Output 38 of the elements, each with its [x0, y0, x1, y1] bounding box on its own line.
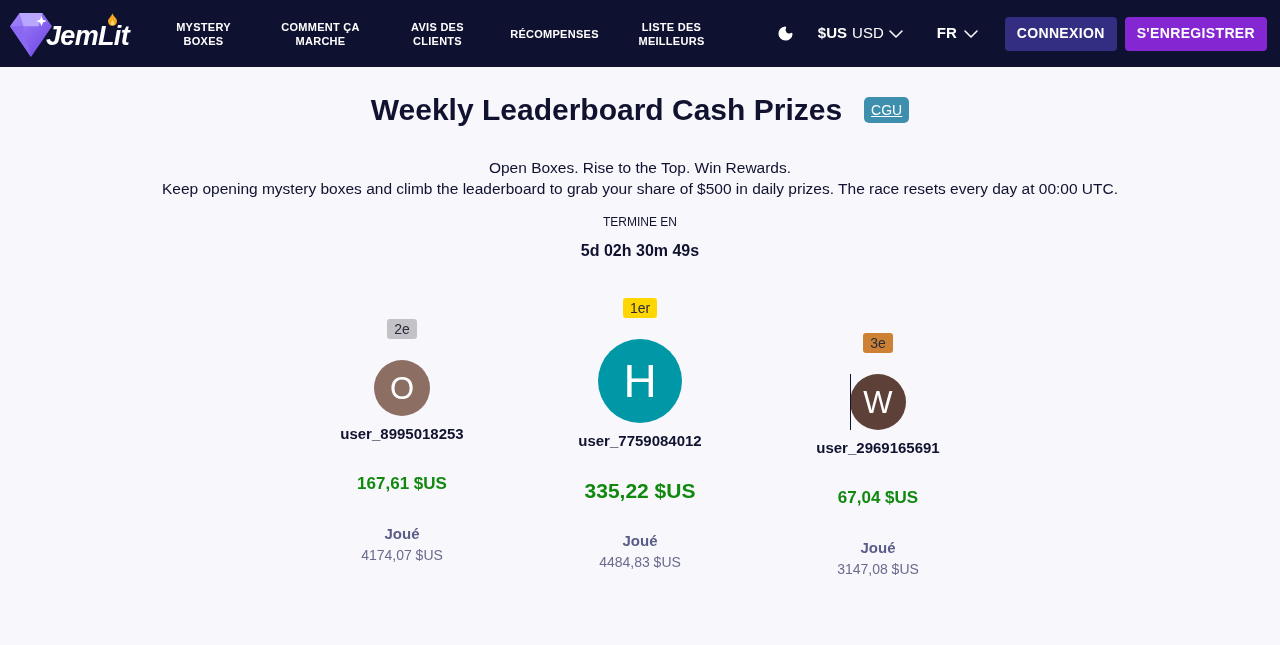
user-avatar: H: [598, 339, 682, 423]
terms-link[interactable]: CGU: [864, 97, 910, 123]
played-amount: 4484,83 $US: [599, 553, 681, 571]
prize-amount: 167,61 $US: [357, 473, 447, 495]
played-amount: 3147,08 $US: [837, 560, 919, 578]
chevron-down-icon: [963, 29, 978, 38]
rank-badge: 2e: [387, 319, 417, 339]
register-button[interactable]: S'ENREGISTRER: [1124, 16, 1267, 51]
tagline-text: Open Boxes. Rise to the Top. Win Rewards.: [488, 158, 792, 178]
currency-selector[interactable]: $US USD: [817, 22, 903, 45]
page-title: Weekly Leaderboard Cash Prizes: [370, 93, 843, 127]
rank-badge: 3e: [863, 333, 893, 353]
flame-icon: [108, 13, 117, 26]
prize-amount: 335,22 $US: [584, 479, 696, 503]
nav-link[interactable]: LISTE DES MEILLEURS: [625, 19, 718, 48]
nav-link[interactable]: MYSTERY BOXES: [157, 19, 250, 48]
played-label: Joué: [622, 532, 658, 550]
played-amount: 4174,07 $US: [361, 546, 443, 564]
rank-badge: 1er: [622, 298, 658, 318]
logo-wordmark: JemLit: [46, 21, 129, 51]
username: user_2969165691: [816, 439, 940, 457]
countdown-label: TERMINE EN: [603, 214, 677, 230]
moon-icon[interactable]: [776, 25, 794, 42]
played-label: Joué: [860, 539, 896, 557]
description-text: Keep opening mystery boxes and climb the leaderboard to grab your share of $500 in daily prizes. The race resets every day at 00:00 UTC.: [161, 179, 1119, 199]
nav-link[interactable]: COMMENT ÇA MARCHE: [274, 19, 367, 48]
user-avatar: O: [374, 360, 430, 416]
username: user_7759084012: [578, 432, 702, 450]
prize-amount: 67,04 $US: [837, 487, 919, 509]
nav-link[interactable]: AVIS DES CLIENTS: [391, 19, 484, 48]
chevron-down-icon: [888, 29, 903, 38]
user-avatar: W: [850, 374, 906, 430]
login-button[interactable]: CONNEXION: [1004, 16, 1117, 51]
username: user_8995018253: [340, 425, 464, 443]
language-selector[interactable]: FR: [936, 22, 978, 45]
nav-link[interactable]: RÉCOMPENSES: [510, 26, 599, 41]
played-label: Joué: [384, 525, 420, 543]
countdown-timer: 5d 02h 30m 49s: [580, 241, 700, 261]
